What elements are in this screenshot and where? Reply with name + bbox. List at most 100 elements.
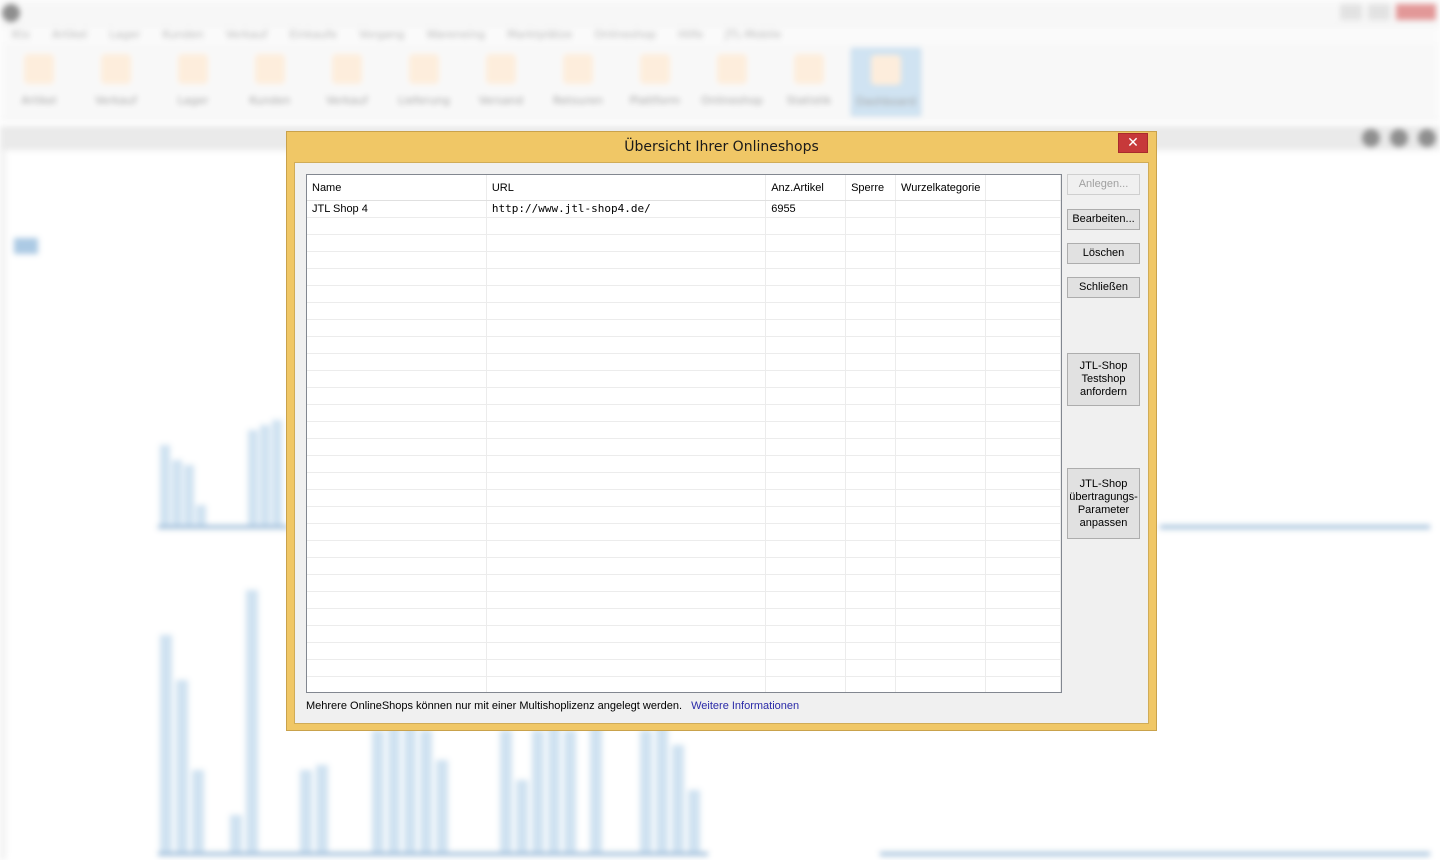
empty-cell	[895, 455, 987, 473]
empty-cell	[845, 319, 897, 337]
chart-bar	[316, 765, 328, 855]
empty-cell	[895, 319, 987, 337]
chart-bar	[172, 460, 182, 525]
empty-cell	[985, 370, 1061, 388]
empty-cell	[307, 336, 487, 354]
empty-table-row	[307, 608, 1061, 626]
ribbon-button: Dashboard	[851, 48, 921, 116]
empty-cell	[895, 234, 987, 252]
empty-cell	[985, 540, 1061, 558]
table-row[interactable]: JTL Shop 4 http://www.jtl-shop4.de/ 6955	[307, 200, 1061, 218]
empty-cell	[985, 438, 1061, 456]
menu-item: Hilfe	[678, 28, 704, 41]
empty-cell	[486, 302, 767, 320]
minimize-button	[1340, 4, 1362, 20]
empty-cell	[845, 370, 897, 388]
onlineshops-table[interactable]: Name URL Anz.Artikel Sperre Wurzelkatego…	[306, 174, 1062, 693]
cell-article-count: 6955	[765, 200, 847, 218]
empty-table-row	[307, 336, 1061, 354]
ribbon-label: Verkauf	[95, 94, 137, 107]
ribbon-label: Statistik	[786, 94, 832, 107]
empty-cell	[845, 659, 897, 677]
empty-cell	[765, 234, 847, 252]
cell-shop-name: JTL Shop 4	[307, 200, 487, 218]
chart-bar	[516, 780, 528, 855]
empty-cell	[985, 302, 1061, 320]
close-button[interactable]: ✕	[1118, 133, 1148, 153]
empty-cell	[765, 523, 847, 541]
empty-cell	[985, 285, 1061, 303]
transfer-parameters-button[interactable]: JTL-Shop übertragungs-Parameter anpassen	[1067, 468, 1140, 539]
menu-item: Wareneing	[426, 28, 486, 41]
empty-cell	[985, 455, 1061, 473]
ribbon-label: Retouren	[553, 94, 603, 107]
ribbon-label: Plattform	[629, 94, 681, 107]
empty-cell	[486, 370, 767, 388]
create-button[interactable]: Anlegen...	[1067, 174, 1140, 195]
empty-cell	[985, 387, 1061, 405]
empty-table-row	[307, 251, 1061, 269]
menu-item: JTL-Mobile	[725, 28, 782, 41]
empty-cell	[486, 642, 767, 660]
ribbon-icon	[24, 54, 54, 84]
more-info-link[interactable]: Weitere Informationen	[691, 700, 799, 712]
empty-cell	[765, 659, 847, 677]
empty-cell	[845, 353, 897, 371]
column-header-root-category[interactable]: Wurzelkategorie	[895, 175, 987, 201]
empty-cell	[307, 421, 487, 439]
empty-cell	[895, 557, 987, 575]
empty-cell	[307, 404, 487, 422]
empty-cell	[765, 387, 847, 405]
empty-cell	[895, 591, 987, 609]
ribbon-button: Verkauf	[81, 48, 151, 116]
empty-cell	[985, 353, 1061, 371]
empty-cell	[307, 251, 487, 269]
close-dialog-button[interactable]: Schließen	[1067, 277, 1140, 298]
empty-table-row	[307, 404, 1061, 422]
empty-table-row	[307, 234, 1061, 252]
empty-cell	[765, 251, 847, 269]
chart-bar	[184, 465, 194, 525]
column-header-name[interactable]: Name	[307, 175, 487, 201]
column-header-url[interactable]: URL	[486, 175, 767, 201]
column-header-lock[interactable]: Sperre	[845, 175, 897, 201]
empty-cell	[845, 625, 897, 643]
empty-cell	[307, 455, 487, 473]
column-header-article-count[interactable]: Anz.Artikel	[765, 175, 847, 201]
empty-cell	[895, 404, 987, 422]
empty-cell	[895, 676, 987, 692]
ribbon-icon	[563, 54, 593, 84]
empty-table-row	[307, 642, 1061, 660]
delete-button[interactable]: Löschen	[1067, 243, 1140, 264]
ribbon-icon	[178, 54, 208, 84]
empty-cell	[895, 642, 987, 660]
empty-cell	[765, 540, 847, 558]
empty-cell	[765, 506, 847, 524]
empty-cell	[895, 268, 987, 286]
empty-cell	[895, 489, 987, 507]
multishop-license-note: Mehrere OnlineShops können nur mit einer…	[306, 700, 683, 712]
empty-cell	[486, 676, 767, 692]
empty-cell	[486, 557, 767, 575]
empty-cell	[307, 659, 487, 677]
empty-cell	[486, 489, 767, 507]
dialog-footer: Mehrere OnlineShops können nur mit einer…	[306, 700, 799, 712]
empty-cell	[845, 285, 897, 303]
ribbon-icon	[486, 54, 516, 84]
empty-table-row	[307, 319, 1061, 337]
empty-cell	[307, 438, 487, 456]
app-menubar: Ktx Artikel Lager Kunden Verkauf Einkaufe Vorg…	[0, 26, 1440, 44]
request-testshop-button[interactable]: JTL-Shop Testshop anfordern	[1067, 353, 1140, 406]
ribbon-button: Verkauf	[312, 48, 382, 116]
empty-cell	[307, 489, 487, 507]
empty-cell	[765, 438, 847, 456]
empty-cell	[845, 591, 897, 609]
ribbon-icon	[640, 54, 670, 84]
ribbon-icon	[332, 54, 362, 84]
menu-item: Artikel	[52, 28, 88, 41]
empty-cell	[486, 421, 767, 439]
empty-cell	[895, 523, 987, 541]
edit-button[interactable]: Bearbeiten...	[1067, 209, 1140, 230]
ribbon-label: Artikel	[21, 94, 57, 107]
empty-cell	[845, 387, 897, 405]
